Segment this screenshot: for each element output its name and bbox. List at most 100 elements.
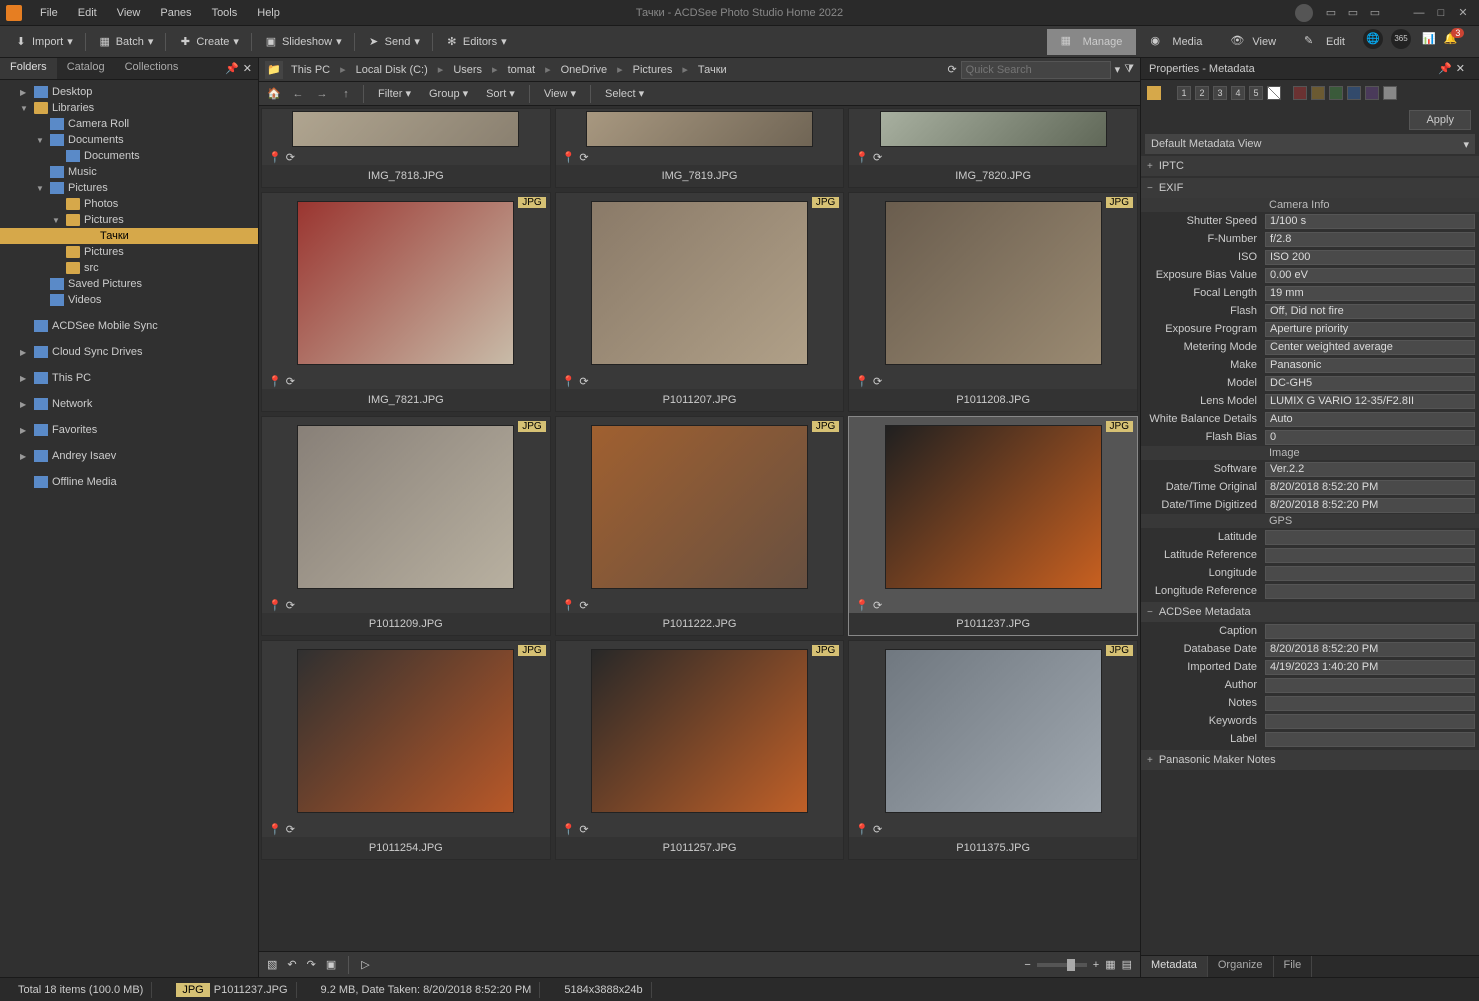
thumbnail[interactable]: JPG📍⟳P1011207.JPG (555, 192, 845, 412)
create-button[interactable]: ✚Create▾ (172, 32, 245, 52)
365-icon[interactable]: 365 (1391, 29, 1411, 49)
tree-item[interactable]: Videos (0, 292, 258, 308)
refresh-icon[interactable]: ⟳ (947, 63, 956, 76)
menu-file[interactable]: File (30, 3, 68, 23)
pin-icon[interactable]: 📌 (1438, 62, 1452, 75)
tree-item[interactable]: ▶Andrey Isaev (0, 448, 258, 464)
thumbnail[interactable]: JPG📍⟳P1011237.JPG (848, 416, 1138, 636)
compare-icon[interactable]: ▣ (326, 958, 336, 971)
meta-value[interactable] (1265, 548, 1475, 563)
batch-button[interactable]: ▦Batch▾ (92, 32, 160, 52)
send-button[interactable]: ➤Send▾ (361, 32, 426, 52)
filter-funnel-icon[interactable]: ⧩ (1124, 63, 1134, 76)
thumbnail[interactable]: JPG📍⟳P1011208.JPG (848, 192, 1138, 412)
meta-value[interactable]: 0.00 eV (1265, 268, 1475, 283)
meta-value[interactable]: Panasonic (1265, 358, 1475, 373)
tree-item[interactable]: ▶Favorites (0, 422, 258, 438)
rating-clear[interactable] (1267, 86, 1281, 100)
meta-value[interactable]: Aperture priority (1265, 322, 1475, 337)
rating-5[interactable]: 5 (1249, 86, 1263, 100)
section-maker[interactable]: +Panasonic Maker Notes (1141, 750, 1479, 770)
slideshow-button[interactable]: ▣Slideshow▾ (258, 32, 348, 52)
import-button[interactable]: ⬇Import▾ (8, 32, 79, 52)
label-green[interactable] (1329, 86, 1343, 100)
layout-3-icon[interactable]: ▭ (1365, 5, 1385, 21)
section-iptc[interactable]: +IPTC (1141, 156, 1479, 176)
tab-folders[interactable]: Folders (0, 58, 57, 79)
meta-value[interactable] (1265, 732, 1475, 747)
nav-fwd-icon[interactable]: → (313, 85, 331, 103)
meta-value[interactable]: 1/100 s (1265, 214, 1475, 229)
meta-value[interactable] (1265, 584, 1475, 599)
meta-value[interactable]: 19 mm (1265, 286, 1475, 301)
tree-item[interactable]: ▶Cloud Sync Drives (0, 344, 258, 360)
tree-item[interactable]: ▼Pictures (0, 212, 258, 228)
tab-edit[interactable]: ✎Edit (1290, 29, 1359, 55)
search-dropdown-icon[interactable]: ▾ (1115, 63, 1121, 76)
rating-1[interactable]: 1 (1177, 86, 1191, 100)
meta-value[interactable]: LUMIX G VARIO 12-35/F2.8II (1265, 394, 1475, 409)
thumbnail[interactable]: JPG📍⟳P1011254.JPG (261, 640, 551, 860)
tab-organize[interactable]: Organize (1208, 956, 1274, 977)
bc-disk[interactable]: Local Disk (C:) (350, 62, 434, 78)
tree-item[interactable]: ▶This PC (0, 370, 258, 386)
tree-item[interactable]: Offline Media (0, 474, 258, 490)
user-avatar-icon[interactable] (1295, 4, 1313, 22)
label-red[interactable] (1293, 86, 1307, 100)
section-exif[interactable]: −EXIF (1141, 178, 1479, 198)
bc-pictures[interactable]: Pictures (627, 62, 679, 78)
nav-home-icon[interactable]: 🏠 (265, 85, 283, 103)
meta-value[interactable]: f/2.8 (1265, 232, 1475, 247)
thumbnail[interactable]: JPG📍⟳P1011222.JPG (555, 416, 845, 636)
menu-panes[interactable]: Panes (150, 3, 201, 23)
globe-icon[interactable]: 🌐 (1363, 29, 1383, 49)
layout-1-icon[interactable]: ▭ (1321, 5, 1341, 21)
label-grey[interactable] (1383, 86, 1397, 100)
meta-value[interactable] (1265, 714, 1475, 729)
maximize-button[interactable]: □ (1431, 5, 1451, 21)
rating-2[interactable]: 2 (1195, 86, 1209, 100)
meta-value[interactable]: 8/20/2018 8:52:20 PM (1265, 480, 1475, 495)
metadata-view-select[interactable]: Default Metadata View▾ (1145, 134, 1475, 154)
tab-file[interactable]: File (1274, 956, 1313, 977)
bc-thispc[interactable]: This PC (285, 62, 336, 78)
view-dropdown[interactable]: View▾ (538, 85, 582, 102)
tree-item[interactable]: ACDSee Mobile Sync (0, 318, 258, 334)
close-button[interactable]: ✕ (1453, 5, 1473, 21)
thumbnail[interactable]: 📍⟳IMG_7818.JPG (261, 108, 551, 188)
label-purple[interactable] (1365, 86, 1379, 100)
thumb-size-slider[interactable] (1037, 963, 1087, 967)
meta-value[interactable]: Off, Did not fire (1265, 304, 1475, 319)
tab-manage[interactable]: ▦Manage (1047, 29, 1137, 55)
viewmode-1-icon[interactable]: ▦ (1105, 958, 1115, 971)
menu-view[interactable]: View (107, 3, 151, 23)
meta-value[interactable] (1265, 624, 1475, 639)
menu-edit[interactable]: Edit (68, 3, 107, 23)
bc-users[interactable]: Users (447, 62, 488, 78)
tree-item[interactable]: ▼Pictures (0, 180, 258, 196)
tab-catalog[interactable]: Catalog (57, 58, 115, 79)
menu-tools[interactable]: Tools (202, 3, 248, 23)
thumbnail[interactable]: JPG📍⟳P1011209.JPG (261, 416, 551, 636)
tree-item[interactable]: Photos (0, 196, 258, 212)
tab-collections[interactable]: Collections (115, 58, 189, 79)
meta-value[interactable]: 8/20/2018 8:52:20 PM (1265, 498, 1475, 513)
folder-up-icon[interactable]: 📁 (265, 61, 283, 79)
meta-value[interactable] (1265, 566, 1475, 581)
meta-value[interactable]: 0 (1265, 430, 1475, 445)
rating-3[interactable]: 3 (1213, 86, 1227, 100)
meta-value[interactable]: Auto (1265, 412, 1475, 427)
meta-value[interactable]: 8/20/2018 8:52:20 PM (1265, 642, 1475, 657)
menu-help[interactable]: Help (247, 3, 290, 23)
notifications-icon[interactable]: 🔔3 (1447, 29, 1467, 49)
tab-view[interactable]: 👁View (1216, 29, 1290, 55)
meta-value[interactable]: Ver.2.2 (1265, 462, 1475, 477)
embed-icon[interactable]: ▧ (267, 958, 277, 971)
layout-2-icon[interactable]: ▭ (1343, 5, 1363, 21)
meta-value[interactable] (1265, 678, 1475, 693)
group-dropdown[interactable]: Group▾ (423, 85, 474, 102)
tree-item[interactable]: ▼Libraries (0, 100, 258, 116)
section-acdsee[interactable]: −ACDSee Metadata (1141, 602, 1479, 622)
select-dropdown[interactable]: Select▾ (599, 85, 650, 102)
play-icon[interactable]: ▷ (361, 958, 369, 971)
